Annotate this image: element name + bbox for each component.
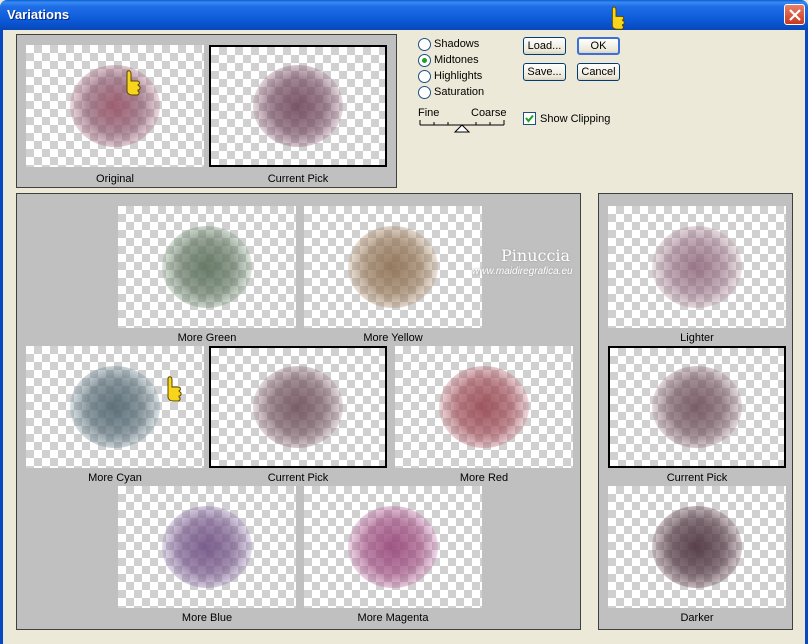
rose-image <box>439 366 529 448</box>
watermark-name: Pinuccia <box>501 246 571 265</box>
top-preview-panel: Original Current Pick <box>16 34 397 188</box>
darker-preview[interactable] <box>608 486 786 608</box>
checkmark-icon <box>525 114 534 123</box>
color-variations-panel: More Green More Yellow Pinuccia www.maid… <box>16 193 581 630</box>
rose-image <box>348 506 438 588</box>
more-green-preview[interactable] <box>118 206 296 328</box>
more-magenta-label: More Magenta <box>357 612 429 624</box>
radio-label: Shadows <box>434 38 480 50</box>
pointing-hand-icon <box>611 6 625 30</box>
more-cyan-preview[interactable] <box>26 346 204 468</box>
title-bar: Variations <box>0 0 808 30</box>
rose-image <box>348 226 438 308</box>
rose-image <box>70 366 160 448</box>
rose-image <box>253 366 343 448</box>
rose-image <box>253 65 343 147</box>
slider-coarse-label: Coarse <box>471 107 507 119</box>
more-yellow-label: More Yellow <box>363 332 423 344</box>
original-preview <box>26 45 204 167</box>
brightness-panel: Lighter Current Pick Darker <box>598 193 793 630</box>
more-blue-label: More Blue <box>181 612 233 624</box>
current-pick-preview-center[interactable] <box>209 346 387 468</box>
more-cyan-label: More Cyan <box>88 472 142 484</box>
radio-saturation[interactable]: Saturation <box>418 84 484 100</box>
radio-label: Saturation <box>434 86 485 98</box>
more-blue-preview[interactable] <box>118 486 296 608</box>
load-button[interactable]: Load... <box>523 37 566 55</box>
rose-image <box>652 506 742 588</box>
cancel-button[interactable]: Cancel <box>577 63 620 81</box>
radio-button[interactable] <box>418 85 431 99</box>
current-pick-preview-right[interactable] <box>608 346 786 468</box>
window-title: Variations <box>7 7 70 22</box>
lighter-preview[interactable] <box>608 206 786 328</box>
more-red-label: More Red <box>459 472 509 484</box>
show-clipping-checkbox-row[interactable]: Show Clipping <box>523 112 610 125</box>
slider-thumb <box>453 124 471 133</box>
original-label: Original <box>96 173 134 185</box>
watermark-url: www.maidiregrafica.eu <box>472 266 573 277</box>
radio-button[interactable] <box>418 69 431 83</box>
radio-midtones[interactable]: Midtones <box>418 52 479 68</box>
radio-label: Highlights <box>434 70 483 82</box>
more-green-label: More Green <box>177 332 237 344</box>
slider-fine-label: Fine <box>418 107 440 119</box>
fine-coarse-slider[interactable] <box>418 119 508 135</box>
pointing-hand-icon <box>126 70 141 96</box>
current-pick-preview-top[interactable] <box>209 45 387 167</box>
show-clipping-label: Show Clipping <box>540 112 611 125</box>
rose-image <box>652 226 742 308</box>
more-red-preview[interactable] <box>395 346 573 468</box>
rose-image <box>652 366 742 448</box>
close-icon <box>789 9 801 21</box>
lighter-label: Lighter <box>680 332 714 344</box>
save-button[interactable]: Save... <box>523 63 566 81</box>
current-pick-label-center: Current Pick <box>267 472 329 484</box>
rose-image <box>70 65 160 147</box>
window-frame-left <box>0 30 3 644</box>
rose-image <box>162 226 252 308</box>
ok-button[interactable]: OK <box>577 37 620 55</box>
radio-button-checked[interactable] <box>418 53 431 67</box>
more-magenta-preview[interactable] <box>304 486 482 608</box>
current-pick-label-top: Current Pick <box>267 173 329 185</box>
more-yellow-preview[interactable] <box>304 206 482 328</box>
radio-shadows[interactable]: Shadows <box>418 36 479 52</box>
darker-label: Darker <box>680 612 714 624</box>
show-clipping-checkbox[interactable] <box>523 112 536 125</box>
current-pick-label-right: Current Pick <box>666 472 728 484</box>
pointing-hand-icon <box>167 376 182 402</box>
radio-label: Midtones <box>434 54 479 66</box>
rose-image <box>162 506 252 588</box>
radio-highlights[interactable]: Highlights <box>418 68 482 84</box>
close-button[interactable] <box>784 4 805 25</box>
radio-button[interactable] <box>418 37 431 51</box>
